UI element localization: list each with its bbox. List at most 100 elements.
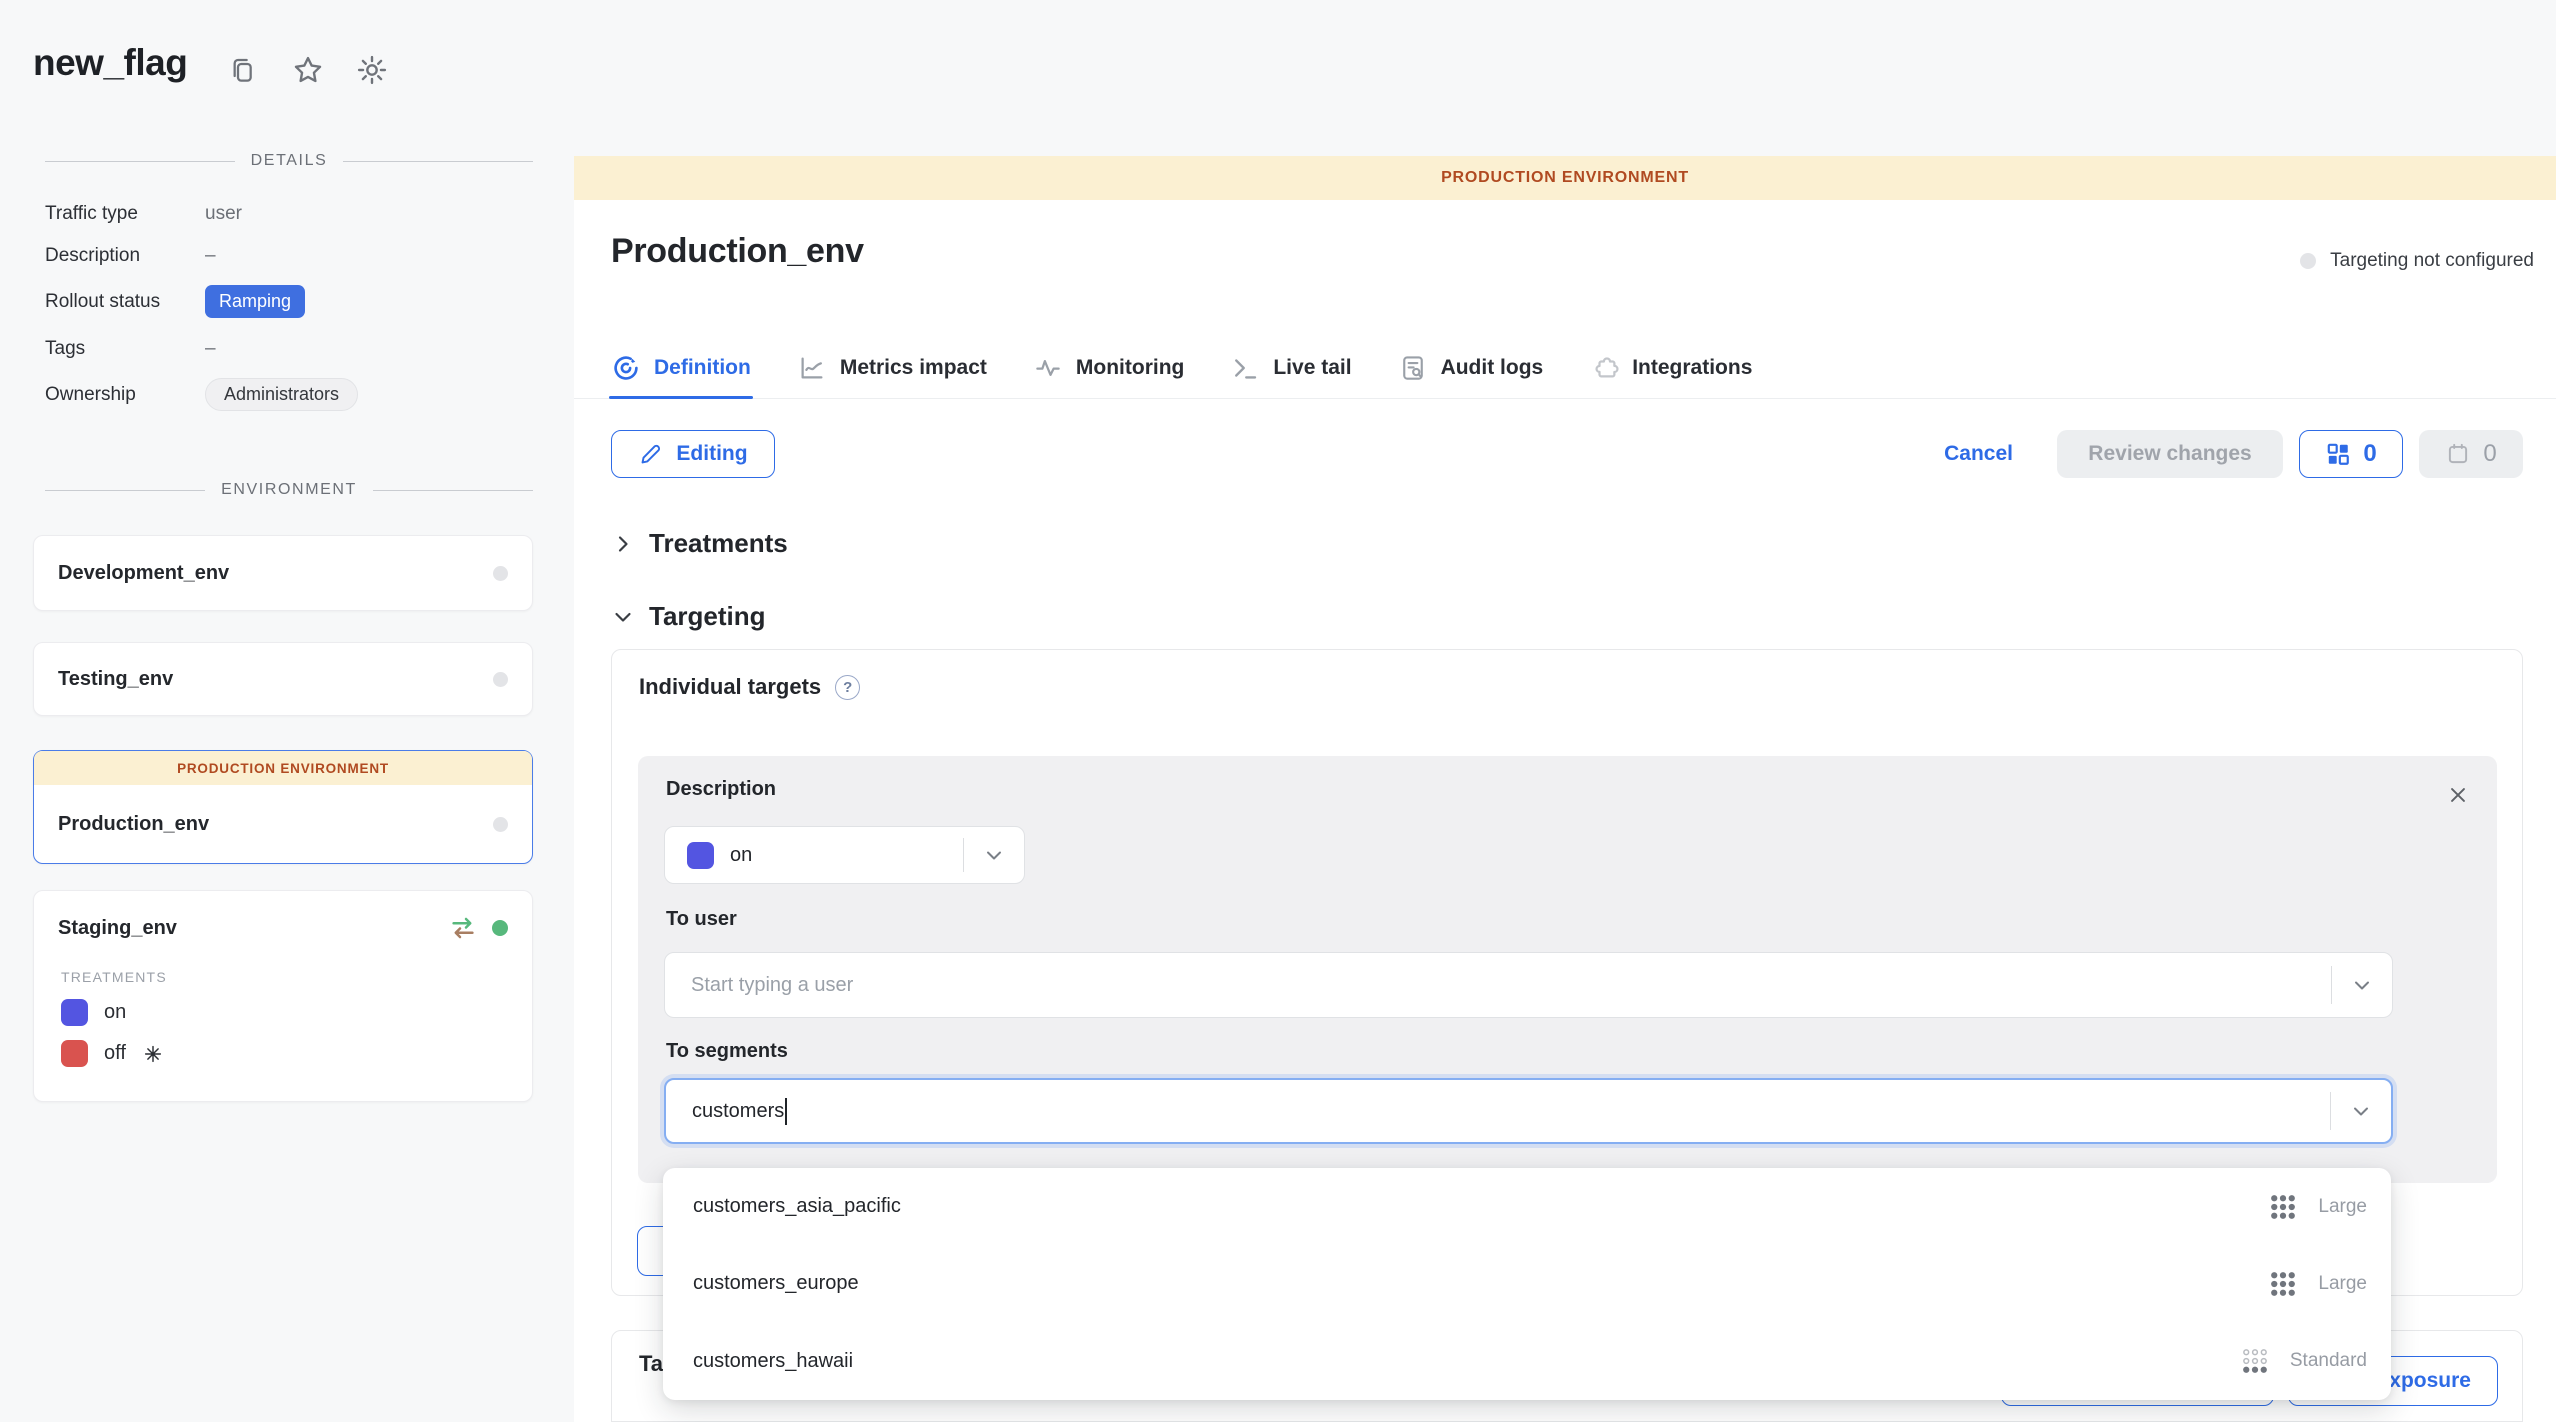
env-name: Production_env (58, 813, 209, 836)
calendar-icon (2445, 441, 2471, 467)
targeting-rules-heading-partial: Ta (639, 1351, 663, 1377)
treatment-name: on (104, 1001, 126, 1024)
targeting-section-toggle[interactable]: Targeting (611, 601, 766, 632)
segments-dropdown: customers_asia_pacific Large customers_e… (663, 1168, 2391, 1400)
env-card-testing[interactable]: Testing_env (33, 642, 533, 716)
segment-grid-icon-solid (2268, 1192, 2298, 1222)
treatment-row-off: off (34, 1026, 532, 1067)
segment-name: customers_hawaii (693, 1350, 853, 1373)
segment-option-asia-pacific[interactable]: customers_asia_pacific Large (663, 1168, 2391, 1245)
treatments-caption: TREATMENTS (34, 943, 532, 985)
chevron-right-icon (611, 532, 635, 556)
segment-name: customers_europe (693, 1272, 859, 1295)
environment-title: Production_env (611, 232, 864, 271)
ownership-pill: Administrators (205, 378, 358, 411)
treatment-name: off (104, 1042, 126, 1065)
swap-arrows-icon (448, 913, 478, 943)
env-name: Development_env (58, 562, 229, 585)
treatment-select-value: on (730, 844, 752, 867)
schedule-counter-button[interactable]: 0 (2419, 430, 2523, 478)
details-divider: DETAILS (45, 152, 533, 170)
treatments-heading: Treatments (649, 528, 788, 559)
editing-label: Editing (676, 442, 747, 466)
env-status-dot (493, 566, 508, 581)
segment-grid-icon-dotted (2240, 1346, 2270, 1376)
chevron-down-icon (611, 605, 635, 629)
to-segments-label: To segments (666, 1040, 788, 1063)
cancel-button[interactable]: Cancel (1944, 442, 2013, 466)
review-changes-button[interactable]: Review changes (2057, 430, 2283, 478)
treatments-section-toggle[interactable]: Treatments (611, 528, 788, 559)
detail-value: – (205, 245, 216, 267)
pencil-icon (638, 441, 664, 467)
detail-row-tags: Tags – (45, 338, 533, 360)
detail-label: Traffic type (45, 203, 205, 225)
treatment-row-on: on (34, 985, 532, 1026)
to-user-input[interactable]: Start typing a user (664, 952, 2393, 1018)
segment-option-hawaii[interactable]: customers_hawaii Standard (663, 1323, 2391, 1400)
detail-row-description: Description – (45, 245, 533, 267)
environment-divider: ENVIRONMENT (45, 481, 533, 499)
treatment-color-swatch (687, 842, 714, 869)
to-segments-input[interactable]: customers (664, 1078, 2393, 1144)
segment-size: Large (2318, 1196, 2367, 1218)
tab-metrics-impact[interactable]: Metrics impact (797, 337, 987, 399)
remove-target-button[interactable] (2441, 778, 2475, 812)
tab-definition[interactable]: Definition (611, 337, 751, 399)
detail-label: Description (45, 245, 205, 267)
to-user-label: To user (666, 908, 737, 931)
to-user-placeholder: Start typing a user (691, 974, 853, 997)
env-card-development[interactable]: Development_env (33, 535, 533, 611)
input-chevron (2331, 966, 2392, 1004)
env-card-production[interactable]: PRODUCTION ENVIRONMENT Production_env (33, 750, 533, 864)
tab-audit-logs[interactable]: Audit logs (1398, 337, 1544, 399)
main-panel: PRODUCTION ENVIRONMENT Production_env Ta… (574, 0, 2556, 1422)
segment-size: Standard (2290, 1350, 2367, 1372)
metrics-chart-icon (797, 353, 827, 383)
production-environment-banner-main: PRODUCTION ENVIRONMENT (574, 156, 2556, 200)
treatment-select[interactable]: on (664, 826, 1025, 884)
description-label: Description (666, 778, 776, 801)
puzzle-icon (1589, 353, 1619, 383)
select-chevron (963, 838, 1024, 872)
status-text: Targeting not configured (2330, 250, 2534, 272)
individual-targets-heading: Individual targets (639, 674, 821, 700)
treatment-color-on (61, 999, 88, 1026)
detail-row-rollout-status: Rollout status Ramping (45, 285, 533, 318)
tab-integrations[interactable]: Integrations (1589, 337, 1752, 399)
tab-bar: Definition Metrics impact Monitoring Liv… (611, 337, 1752, 399)
changes-count: 0 (2363, 440, 2376, 468)
changes-counter-button[interactable]: 0 (2299, 430, 2403, 478)
production-environment-banner: PRODUCTION ENVIRONMENT (34, 751, 532, 785)
treatment-color-off (61, 1040, 88, 1067)
detail-row-ownership: Ownership Administrators (45, 378, 533, 411)
detail-label: Ownership (45, 384, 205, 406)
environment-heading: ENVIRONMENT (221, 481, 357, 499)
env-name: Testing_env (58, 668, 173, 691)
text-caret (785, 1098, 787, 1125)
env-name: Staging_env (58, 917, 177, 940)
segment-grid-icon-solid (2268, 1269, 2298, 1299)
env-status-dot (493, 672, 508, 687)
help-icon[interactable]: ? (835, 675, 860, 700)
close-icon (2447, 784, 2469, 806)
detail-label: Rollout status (45, 291, 205, 313)
individual-target-rule-card: Description on To user Start typing a us… (638, 756, 2497, 1183)
detail-value: user (205, 203, 242, 225)
input-chevron (2330, 1092, 2391, 1129)
env-status-dot (493, 817, 508, 832)
details-heading: DETAILS (251, 152, 328, 170)
toolbar-right: Cancel Review changes 0 0 (1944, 430, 2523, 478)
env-card-staging[interactable]: Staging_env TREATMENTS on off (33, 890, 533, 1102)
targeting-heading: Targeting (649, 601, 766, 632)
tab-monitoring[interactable]: Monitoring (1033, 337, 1184, 399)
segment-option-europe[interactable]: customers_europe Large (663, 1245, 2391, 1322)
targeting-status: Targeting not configured (2300, 250, 2534, 272)
tab-live-tail[interactable]: Live tail (1230, 337, 1351, 399)
audit-log-icon (1398, 353, 1428, 383)
grid-tiles-icon (2325, 441, 2351, 467)
editing-button[interactable]: Editing (611, 430, 775, 478)
detail-row-traffic-type: Traffic type user (45, 203, 533, 225)
sidebar: DETAILS Traffic type user Description – … (0, 0, 574, 1422)
status-dot (2300, 253, 2316, 269)
